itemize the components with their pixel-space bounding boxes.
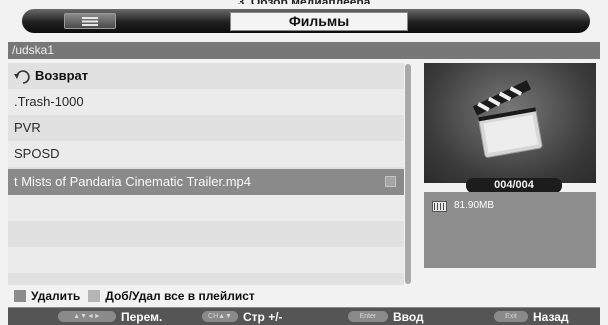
list-icon[interactable] <box>64 13 116 29</box>
list-item-label: Возврат <box>35 68 89 83</box>
list-item-back[interactable]: Возврат <box>8 63 404 89</box>
selection-checkbox[interactable] <box>385 176 396 187</box>
delete-label: Удалить <box>31 289 81 303</box>
clapperboard-icon <box>472 80 543 158</box>
file-counter: 004/004 <box>466 178 562 193</box>
hint-label: Перем. <box>121 309 163 324</box>
exit-key-icon: Exit <box>494 311 528 322</box>
path-breadcrumb: /udska1 <box>8 42 600 59</box>
cropped-heading: 3. Обзор медиаплеера <box>0 0 608 4</box>
hint-label: Стр +/- <box>243 309 283 324</box>
file-list: Возврат .Trash-1000 PVR SPOSD t Mists of… <box>8 63 404 285</box>
list-item-label: t Mists of Pandaria Cinematic Trailer.mp… <box>14 174 251 189</box>
page-title: Фильмы <box>230 12 408 31</box>
list-item[interactable]: SPOSD <box>8 141 404 167</box>
red-key-swatch <box>14 290 26 302</box>
list-item-empty <box>8 247 404 273</box>
title-bar: Фильмы <box>22 9 590 33</box>
list-item-label: .Trash-1000 <box>14 94 84 109</box>
hint-page: CH▲▼ Стр +/- <box>202 309 283 324</box>
list-item-label: SPOSD <box>14 146 60 161</box>
scrollbar[interactable] <box>405 64 411 284</box>
hint-label: Назад <box>533 309 569 324</box>
enter-key-icon: Enter <box>348 311 388 322</box>
file-info-panel: 81.90MB <box>424 192 596 268</box>
file-size: 81.90MB <box>454 200 495 211</box>
arrow-keys-icon: ▲▼◄► <box>58 311 116 322</box>
list-item-empty <box>8 195 404 221</box>
preview-panel <box>424 63 596 183</box>
return-icon <box>14 69 30 84</box>
list-item[interactable]: PVR <box>8 115 404 141</box>
color-legend: Удалить Доб/Удал все в плейлист <box>8 287 255 305</box>
playlist-label: Доб/Удал все в плейлист <box>105 289 255 303</box>
green-key-swatch <box>88 290 101 302</box>
list-item-selected[interactable]: t Mists of Pandaria Cinematic Trailer.mp… <box>8 169 404 195</box>
hint-label: Ввод <box>393 309 424 324</box>
channel-keys-icon: CH▲▼ <box>202 311 238 322</box>
hint-enter: Enter Ввод <box>348 309 424 324</box>
hint-navigate: ▲▼◄► Перем. <box>58 309 163 324</box>
list-item[interactable]: .Trash-1000 <box>8 89 404 115</box>
key-hint-bar: ▲▼◄► Перем. CH▲▼ Стр +/- Enter Ввод Exit… <box>8 307 600 325</box>
film-file-icon <box>432 201 447 212</box>
hint-back: Exit Назад <box>494 309 569 324</box>
list-item-label: PVR <box>14 120 41 135</box>
